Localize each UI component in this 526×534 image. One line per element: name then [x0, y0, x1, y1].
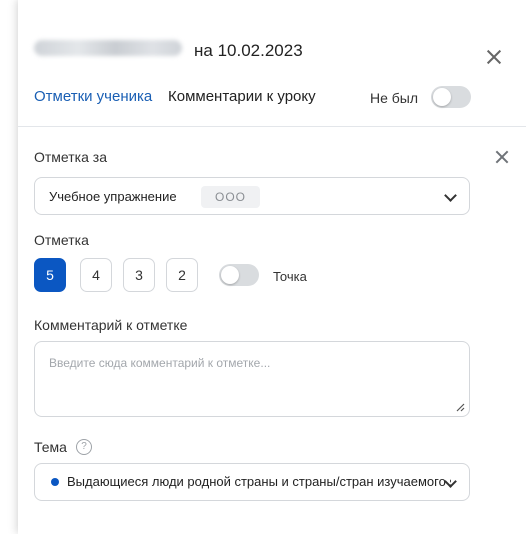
- resize-handle-icon[interactable]: [455, 402, 465, 412]
- mark-for-label: Отметка за: [34, 149, 107, 165]
- comment-field[interactable]: [34, 341, 470, 417]
- absent-toggle[interactable]: [431, 86, 471, 108]
- absent-label: Не был: [370, 90, 419, 106]
- work-type-select[interactable]: Учебное упражнение ООО: [34, 177, 470, 215]
- student-name-redacted: [34, 40, 182, 56]
- work-type-code: ООО: [201, 186, 261, 208]
- grade-button-3[interactable]: 3: [123, 258, 155, 292]
- panel-header: на 10.02.2023 Отметки ученика Комментари…: [18, 0, 526, 127]
- lesson-date-title: на 10.02.2023: [194, 41, 303, 60]
- remove-mark-icon[interactable]: [494, 149, 510, 165]
- toggle-knob: [433, 88, 451, 106]
- close-panel-icon[interactable]: [484, 47, 504, 67]
- topic-select[interactable]: Выдающиеся люди родной страны и страны/с…: [34, 463, 470, 501]
- comment-textarea[interactable]: [35, 342, 469, 416]
- topic-label: Тема: [34, 439, 67, 455]
- dot-label: Точка: [273, 269, 307, 284]
- chevron-down-icon: [444, 189, 457, 202]
- work-type-value: Учебное упражнение: [49, 189, 177, 204]
- mark-label: Отметка: [34, 232, 89, 248]
- toggle-knob: [221, 266, 239, 284]
- mark-panel: на 10.02.2023 Отметки ученика Комментари…: [18, 0, 526, 534]
- topic-bullet-icon: [51, 478, 59, 486]
- tab-lesson-comments[interactable]: Комментарии к уроку: [168, 88, 316, 105]
- grade-button-5[interactable]: 5: [34, 258, 66, 292]
- topic-value: Выдающиеся люди родной страны и страны/с…: [67, 474, 451, 489]
- grade-button-2[interactable]: 2: [166, 258, 198, 292]
- tab-student-marks[interactable]: Отметки ученика: [34, 88, 152, 105]
- comment-label: Комментарий к отметке: [34, 317, 188, 333]
- dot-toggle[interactable]: [219, 264, 259, 286]
- question-circle-icon[interactable]: ?: [76, 439, 92, 455]
- grade-button-4[interactable]: 4: [80, 258, 112, 292]
